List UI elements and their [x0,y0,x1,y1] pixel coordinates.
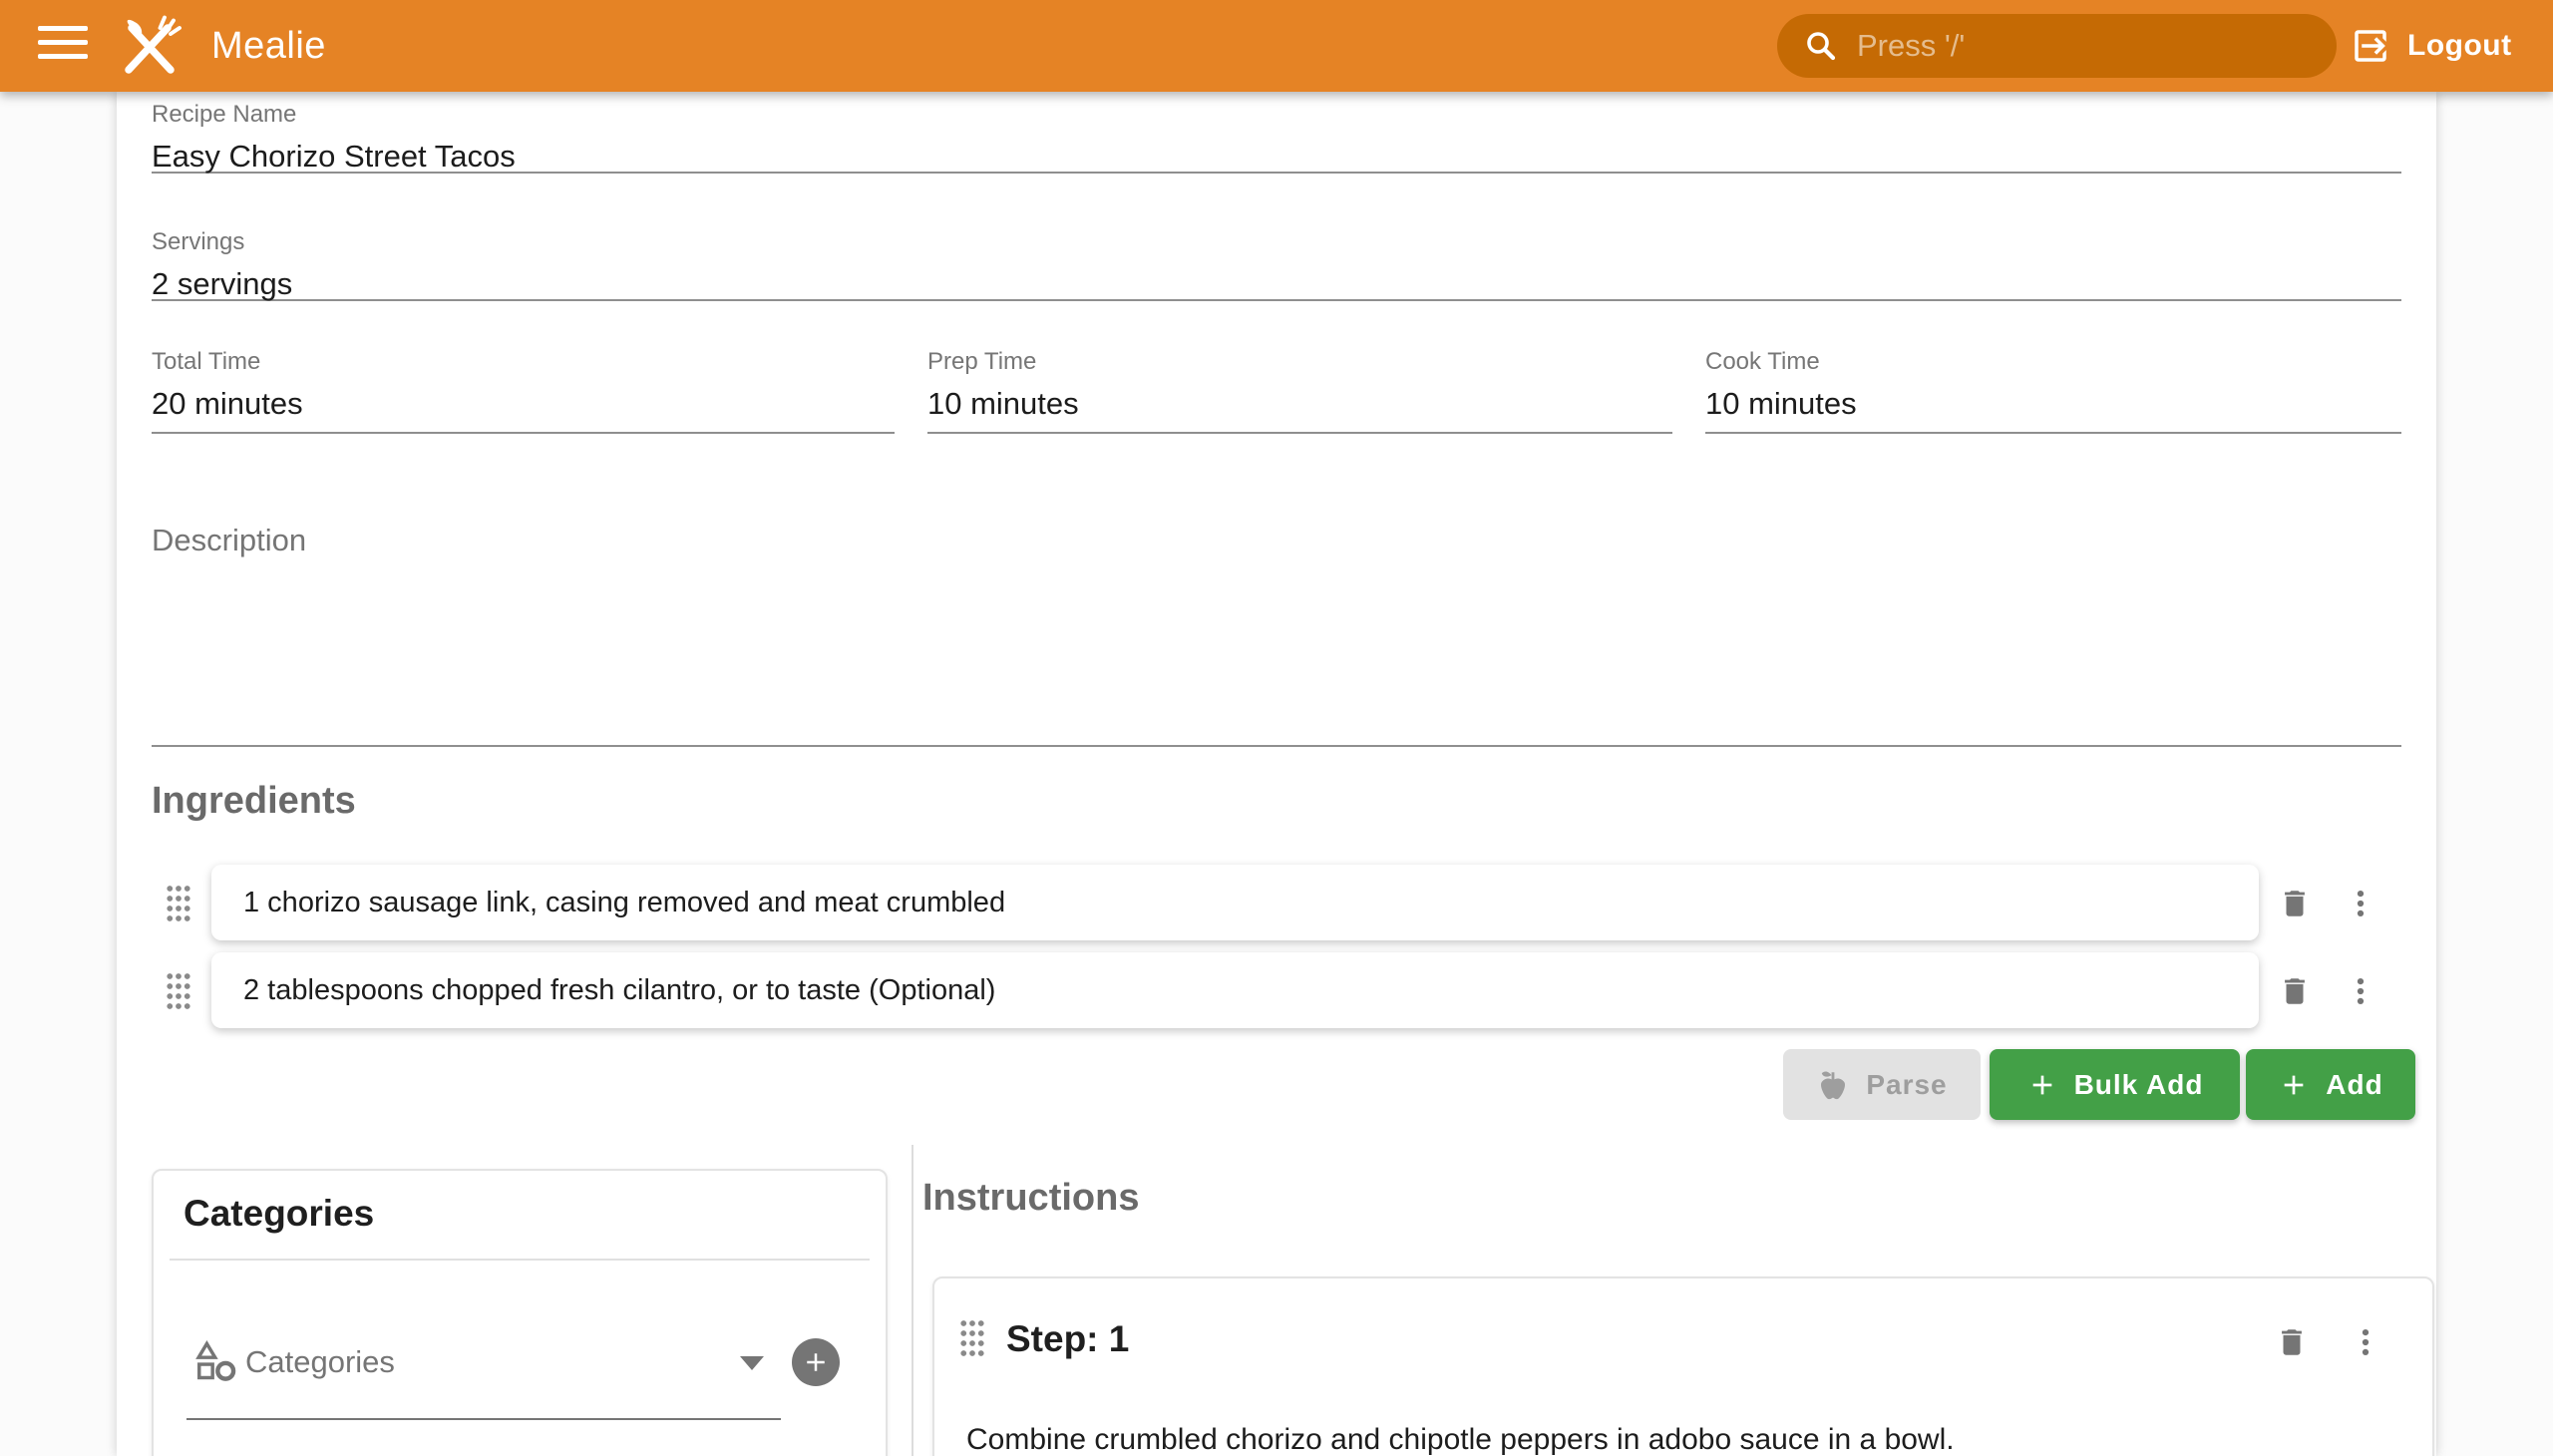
recipe-editor-card: Recipe Name Servings Total Time Prep Tim… [117,92,2436,1456]
drag-dots-icon [164,884,193,923]
servings-field: Servings [152,227,2401,301]
servings-input[interactable] [152,266,2401,302]
mealie-app: Mealie Logout Recipe Name Servings [0,0,2553,1456]
cook-time-field: Cook Time [1705,347,2401,434]
app-title: Mealie [211,0,326,92]
recipe-name-label: Recipe Name [152,100,2401,130]
ingredient-menu-button[interactable] [2337,967,2384,1015]
kebab-menu-icon [2344,974,2377,1008]
bulk-add-button-label: Bulk Add [2074,1069,2204,1101]
ingredient-row [211,865,2259,940]
categories-select-underline [186,1418,781,1420]
prep-time-label: Prep Time [927,347,1672,377]
drag-dots-icon [164,971,193,1011]
instruction-step-card: Step: 1 Combine crumbled chorizo and chi… [932,1276,2434,1456]
ingredient-menu-button[interactable] [2337,880,2384,927]
chevron-down-icon [740,1356,764,1370]
hamburger-menu-icon[interactable] [38,26,92,66]
step-text[interactable]: Combine crumbled chorizo and chipotle pe… [966,1418,2382,1456]
ingredient-drag-handle[interactable] [159,969,198,1013]
step-menu-button[interactable] [2342,1318,2389,1366]
ingredients-heading: Ingredients [152,780,356,823]
description-textarea[interactable] [152,571,2405,735]
cook-time-input[interactable] [1705,386,2401,422]
logout-button[interactable]: Logout [2350,0,2512,92]
step-drag-handle[interactable] [952,1316,992,1360]
add-category-button[interactable] [792,1338,840,1386]
step-delete-button[interactable] [2268,1318,2316,1366]
recipe-name-field: Recipe Name [152,100,2401,174]
search-bar[interactable] [1777,14,2337,78]
apple-icon [1816,1068,1850,1102]
logout-label: Logout [2407,29,2512,63]
kebab-menu-icon [2344,887,2377,920]
description-field: Description [152,526,2401,747]
parse-button[interactable]: Parse [1783,1049,1981,1120]
search-icon [1803,28,1839,64]
plus-icon [2278,1069,2310,1101]
total-time-input[interactable] [152,386,895,422]
trash-icon [2275,1325,2309,1359]
instructions-heading: Instructions [922,1177,1139,1220]
categories-divider [170,1259,870,1261]
prep-time-field: Prep Time [927,347,1672,434]
ingredient-input[interactable] [241,886,2229,920]
plus-icon [2026,1069,2058,1101]
mealie-logo-icon [114,10,185,82]
trash-icon [2278,887,2312,920]
drag-dots-icon [957,1318,987,1358]
ingredient-drag-handle[interactable] [159,882,198,925]
cook-time-label: Cook Time [1705,347,2401,377]
categories-card: Categories Categories [152,1169,888,1456]
categories-select-label: Categories [245,1344,395,1380]
ingredient-delete-button[interactable] [2271,967,2319,1015]
prep-time-input[interactable] [927,386,1672,422]
app-header: Mealie Logout [0,0,2553,92]
categories-card-title: Categories [183,1193,374,1235]
kebab-menu-icon [2349,1325,2382,1359]
total-time-label: Total Time [152,347,895,377]
recipe-name-input[interactable] [152,139,2401,175]
add-button[interactable]: Add [2246,1049,2415,1120]
logout-icon [2350,25,2391,67]
total-time-field: Total Time [152,347,895,434]
column-divider [912,1145,913,1456]
servings-label: Servings [152,227,2401,257]
description-label: Description [152,526,2401,555]
search-input[interactable] [1855,27,2313,65]
trash-icon [2278,974,2312,1008]
add-button-label: Add [2326,1069,2382,1101]
step-title: Step: 1 [1006,1318,1129,1360]
bulk-add-button[interactable]: Bulk Add [1990,1049,2240,1120]
shapes-icon [193,1338,239,1384]
ingredient-row [211,952,2259,1028]
categories-select[interactable]: Categories [154,1320,886,1430]
ingredient-delete-button[interactable] [2271,880,2319,927]
ingredient-input[interactable] [241,973,2229,1008]
parse-button-label: Parse [1866,1069,1947,1101]
plus-icon [801,1347,831,1377]
